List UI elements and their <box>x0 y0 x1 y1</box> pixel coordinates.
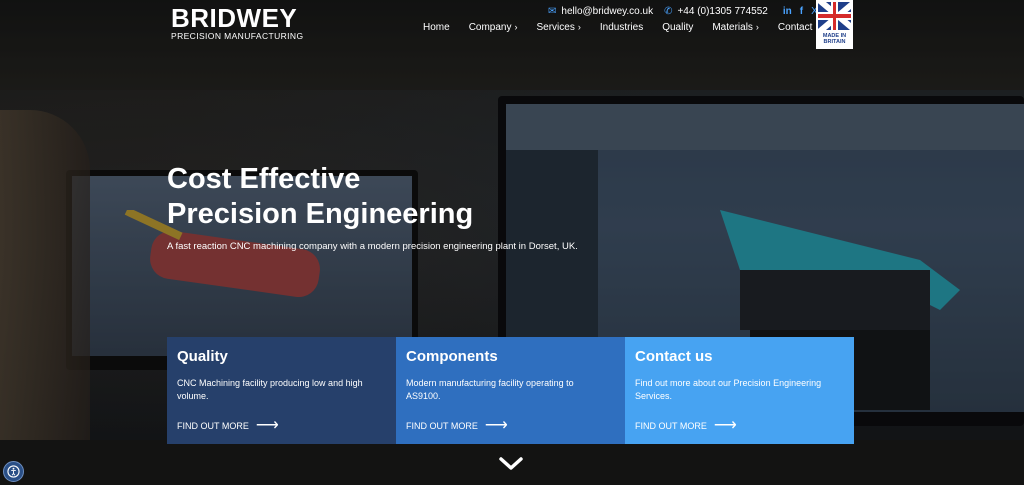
phone-icon: ✆ <box>664 6 673 17</box>
nav-item-materials[interactable]: Materials › <box>712 22 759 33</box>
card-title: Contact us <box>635 348 713 365</box>
card-title: Quality <box>177 348 228 365</box>
linkedin-icon[interactable]: in <box>783 6 792 17</box>
card-quality[interactable]: Quality CNC Machining facility producing… <box>167 337 396 444</box>
brand-name: BRIDWEY <box>171 3 298 33</box>
nav-label: Company <box>468 22 512 33</box>
card-components[interactable]: Components Modern manufacturing facility… <box>396 337 625 444</box>
social-links: in f X <box>783 6 818 17</box>
nav-label: Services <box>536 22 575 33</box>
nav-item-quality[interactable]: Quality <box>662 22 693 33</box>
envelope-icon: ✉ <box>548 6 557 17</box>
badge-text-2: BRITAIN <box>823 39 846 45</box>
hero-title-line-1: Cost Effective <box>167 163 361 195</box>
nav-item-industries[interactable]: Industries <box>600 22 643 33</box>
nav-item-home[interactable]: Home <box>423 22 450 33</box>
cta-label: FIND OUT MORE <box>406 421 478 431</box>
arrow-right-icon: ⟶ <box>713 417 737 434</box>
chevron-right-icon: › <box>577 22 581 32</box>
nav-item-company[interactable]: Company › <box>469 22 518 33</box>
arrow-right-icon: ⟶ <box>484 417 508 434</box>
nav-label: Industries <box>599 22 644 33</box>
nav-item-services[interactable]: Services › <box>537 22 581 33</box>
contact-bar: ✉ hello@bridwey.co.uk ✆ +44 (0)1305 7745… <box>548 6 818 17</box>
email-text: hello@bridwey.co.uk <box>561 6 654 17</box>
feature-cards: Quality CNC Machining facility producing… <box>167 337 854 444</box>
arrow-right-icon: ⟶ <box>255 417 279 434</box>
facebook-icon[interactable]: f <box>800 6 803 17</box>
nav-label: Home <box>423 22 450 33</box>
email-link[interactable]: ✉ hello@bridwey.co.uk <box>548 6 653 17</box>
chevron-right-icon: › <box>755 22 759 32</box>
cta-label: FIND OUT MORE <box>177 421 249 431</box>
cta-label: FIND OUT MORE <box>635 421 707 431</box>
accessibility-icon[interactable] <box>3 461 24 482</box>
card-text: CNC Machining facility producing low and… <box>177 378 363 401</box>
chevron-right-icon: › <box>514 22 518 32</box>
card-text: Modern manufacturing facility operating … <box>406 378 574 401</box>
union-flag-icon <box>818 2 851 30</box>
nav-item-contact[interactable]: Contact <box>778 22 812 33</box>
nav-label: Materials <box>712 22 753 33</box>
hero-title-line-2: Precision Engineering <box>167 198 474 230</box>
main-nav: Home Company › Services › Industries Quali… <box>423 22 812 33</box>
find-out-more-link[interactable]: FIND OUT MORE ⟶ <box>635 417 737 434</box>
card-contact-us[interactable]: Contact us Find out more about our Preci… <box>625 337 854 444</box>
nav-label: Quality <box>662 22 694 33</box>
hero-subtitle: A fast reaction CNC machining company wi… <box>167 241 578 252</box>
hero-title: Cost Effective Precision Engineering <box>167 162 473 232</box>
made-in-britain-badge: MADE IN BRITAIN <box>816 0 853 49</box>
find-out-more-link[interactable]: FIND OUT MORE ⟶ <box>177 417 279 434</box>
find-out-more-link[interactable]: FIND OUT MORE ⟶ <box>406 417 508 434</box>
brand-tagline: PRECISION MANUFACTURING <box>171 31 304 41</box>
card-text: Find out more about our Precision Engine… <box>635 378 822 401</box>
brand-logo[interactable]: BRIDWEY PRECISION MANUFACTURING <box>171 3 304 41</box>
chevron-down-icon[interactable] <box>498 455 524 473</box>
card-title: Components <box>406 348 498 365</box>
nav-label: Contact <box>777 22 813 33</box>
phone-link[interactable]: ✆ +44 (0)1305 774552 <box>664 6 768 17</box>
phone-text: +44 (0)1305 774552 <box>677 6 768 17</box>
